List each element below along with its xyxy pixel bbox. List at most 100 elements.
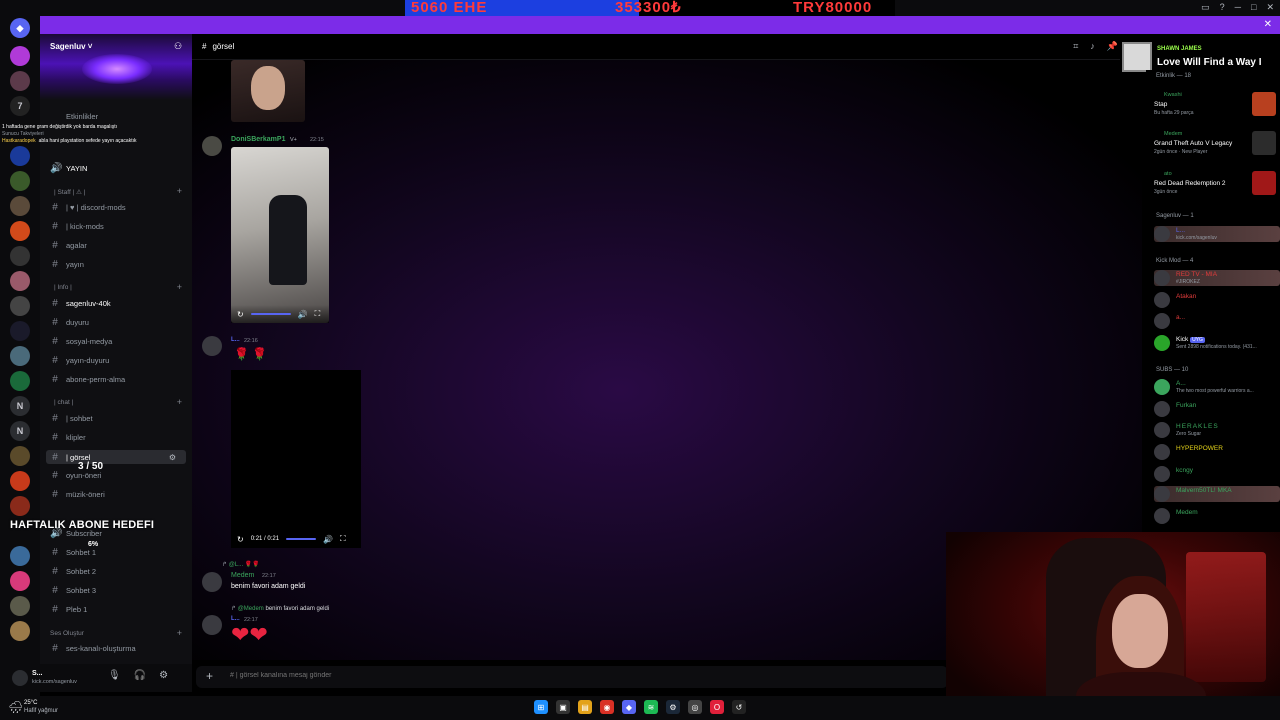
channel-gorsel[interactable]: # | görsel ⚙: [46, 450, 186, 464]
channel-ses-kanali-olusturma[interactable]: # ses-kanalı-oluşturma: [50, 643, 135, 654]
channel-discord-mods[interactable]: # | ♥ | discord-mods: [50, 202, 125, 213]
bell-icon[interactable]: ♪: [1090, 41, 1095, 52]
member-item[interactable]: a...: [1154, 313, 1280, 329]
channel-sohbet-3[interactable]: # Sohbet 3: [50, 585, 96, 596]
member-item[interactable]: A... The two most powerful warriors a...: [1154, 379, 1280, 395]
server-icon[interactable]: [10, 171, 30, 191]
replay-icon[interactable]: ↻: [237, 310, 244, 319]
inbox-icon[interactable]: ▭: [1201, 2, 1210, 13]
server-banner[interactable]: Sagenluv ˅ ⚇: [40, 34, 192, 100]
channel-yayin[interactable]: # yayın: [50, 259, 84, 270]
fullscreen-icon[interactable]: ⛶: [315, 309, 321, 319]
chrome-icon[interactable]: ◉: [600, 700, 614, 714]
message-input[interactable]: [230, 672, 830, 679]
video-progress[interactable]: [250, 313, 291, 315]
channel-agalar[interactable]: # agalar: [50, 240, 87, 251]
message-author[interactable]: DoniSBerkamP1: [231, 136, 285, 143]
member-item[interactable]: HYPERPOWER: [1154, 444, 1280, 460]
channel-abone-perm-alma[interactable]: # abone-perm-alma: [50, 374, 125, 385]
avatar[interactable]: [202, 336, 222, 356]
add-channel-icon[interactable]: +: [177, 397, 182, 407]
task-view-icon[interactable]: ▣: [556, 700, 570, 714]
activity-item[interactable]: Medem Grand Theft Auto V Legacy 2gün önc…: [1154, 131, 1278, 159]
channel-sohbet-1[interactable]: # Sohbet 1: [50, 547, 96, 558]
category-info[interactable]: | Info |: [54, 284, 72, 291]
server-icon[interactable]: [10, 196, 30, 216]
replay-icon[interactable]: ↻: [237, 535, 244, 544]
user-name[interactable]: S...: [32, 670, 43, 677]
discord-home-icon[interactable]: ◆: [10, 18, 30, 38]
discord-icon[interactable]: ◆: [622, 700, 636, 714]
add-channel-icon[interactable]: +: [177, 628, 182, 638]
threads-icon[interactable]: ⌗: [1073, 41, 1078, 52]
member-item[interactable]: Kick UYG Sent 2898 notifications today. …: [1154, 335, 1280, 351]
server-icon[interactable]: [10, 71, 30, 91]
server-icon[interactable]: [10, 271, 30, 291]
server-icon[interactable]: [10, 321, 30, 341]
channel-settings-icon[interactable]: ⚙: [169, 453, 176, 462]
member-item[interactable]: Furkan: [1154, 401, 1280, 417]
server-icon[interactable]: 7: [10, 96, 30, 116]
server-icon[interactable]: N: [10, 421, 30, 441]
add-attachment-icon[interactable]: +: [206, 669, 213, 683]
server-icon[interactable]: N: [10, 396, 30, 416]
activity-item[interactable]: ato Red Dead Redemption 2 3gün önce: [1154, 171, 1278, 199]
member-item[interactable]: Malvern50TL! MKA: [1154, 486, 1280, 502]
avatar[interactable]: [202, 572, 222, 592]
avatar[interactable]: [12, 670, 28, 686]
close-button[interactable]: ✕: [1266, 2, 1274, 13]
reply-reference[interactable]: ↱ @L... 🌹🌹: [222, 561, 260, 568]
message-author[interactable]: L...: [231, 337, 240, 343]
server-icon[interactable]: [10, 246, 30, 266]
volume-icon[interactable]: 🔊: [298, 310, 308, 319]
microphone-icon[interactable]: 🎙: [108, 670, 121, 681]
fullscreen-icon[interactable]: ⛶: [340, 534, 346, 544]
opera-icon[interactable]: O: [710, 700, 724, 714]
server-icon[interactable]: [10, 471, 30, 491]
server-icon[interactable]: [10, 596, 30, 616]
help-icon[interactable]: ?: [1220, 2, 1225, 13]
channel-sohbet[interactable]: # | sohbet: [50, 413, 92, 424]
category-staff[interactable]: | Staff | ⚠ |: [54, 188, 85, 196]
volume-icon[interactable]: 🔊: [323, 535, 333, 544]
file-explorer-icon[interactable]: ▤: [578, 700, 592, 714]
server-icon[interactable]: [10, 46, 30, 66]
events-link[interactable]: Etkinlikler: [66, 112, 98, 121]
server-icon[interactable]: [10, 496, 30, 516]
activity-item[interactable]: Kwashi Stap Bu hafta 29 parça: [1154, 92, 1278, 120]
headphones-icon[interactable]: 🎧: [134, 670, 146, 681]
channel-yayin-duyuru[interactable]: # yayın-duyuru: [50, 355, 109, 366]
server-icon[interactable]: [10, 146, 30, 166]
gear-icon[interactable]: ⚙: [159, 670, 168, 681]
avatar[interactable]: [202, 136, 222, 156]
channel-sohbet-2[interactable]: # Sohbet 2: [50, 566, 96, 577]
channel-sagenluv-40k[interactable]: # sagenluv-40k: [50, 298, 110, 309]
maximize-button[interactable]: □: [1251, 2, 1256, 13]
video-attachment[interactable]: ↻ 0:21 / 0:21 🔊 ⛶: [231, 370, 361, 548]
start-icon[interactable]: ⊞: [534, 700, 548, 714]
spotify-icon[interactable]: ≋: [644, 700, 658, 714]
member-item[interactable]: RED TV - MIA #JIROKEZ: [1154, 270, 1280, 286]
channel-duyuru[interactable]: # duyuru: [50, 317, 89, 328]
channel-pleb-1[interactable]: # Pleb 1: [50, 604, 87, 615]
member-item[interactable]: Medem: [1154, 508, 1280, 524]
video-progress[interactable]: [286, 538, 317, 540]
minimize-button[interactable]: ─: [1235, 2, 1241, 13]
member-item[interactable]: HERAKLES Zero Sugar: [1154, 422, 1280, 438]
member-item[interactable]: L... kick.com/sagenluv: [1154, 226, 1280, 242]
pin-icon[interactable]: 📌: [1107, 41, 1118, 52]
server-icon[interactable]: [10, 346, 30, 366]
add-channel-icon[interactable]: +: [177, 186, 182, 196]
steam-icon[interactable]: ⚙: [666, 700, 680, 714]
channel-yayin-voice[interactable]: 🔊 YAYIN: [50, 163, 87, 174]
close-icon[interactable]: ✕: [1264, 19, 1272, 30]
server-icon[interactable]: [10, 546, 30, 566]
avatar[interactable]: [202, 615, 222, 635]
app-icon[interactable]: ↺: [732, 700, 746, 714]
add-channel-icon[interactable]: +: [177, 282, 182, 292]
image-attachment[interactable]: [231, 60, 305, 122]
member-item[interactable]: kcngy: [1154, 466, 1280, 482]
channel-kick-mods[interactable]: # | kick-mods: [50, 221, 104, 232]
channel-klipler[interactable]: # klipler: [50, 432, 85, 443]
reply-reference[interactable]: ↱ @Medem benim favori adam geldi: [231, 605, 329, 612]
